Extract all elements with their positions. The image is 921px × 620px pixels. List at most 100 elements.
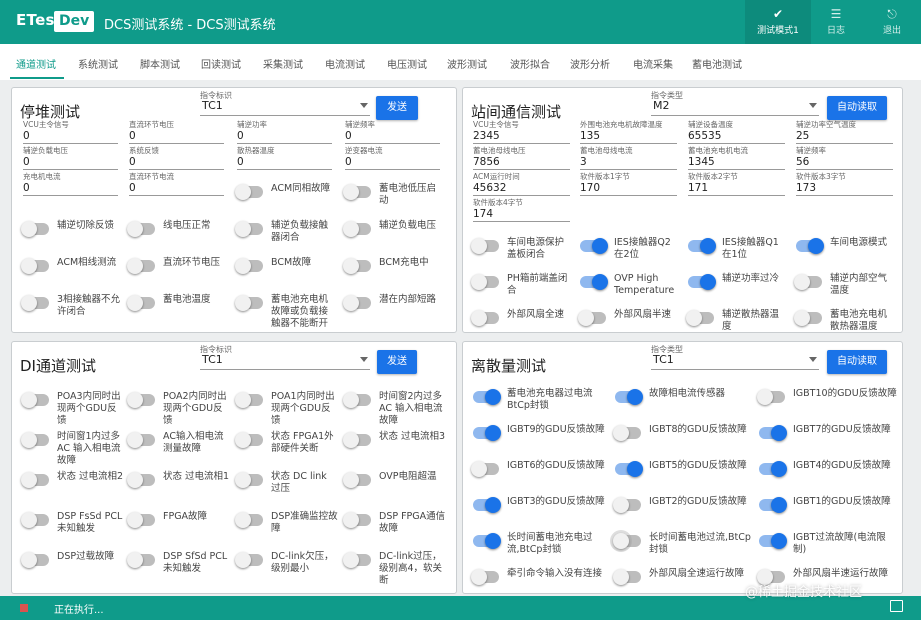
- toggle-label: 蓄电池低压启动: [379, 183, 437, 206]
- field-label: 辅逆设备温度: [688, 120, 733, 129]
- window-title: DCS测试系统 - DCS测试系统: [104, 18, 276, 33]
- app-header: ETest Dev DCS测试系统 - DCS测试系统 ✔ 测试模式1 ☰ 日志…: [0, 0, 921, 44]
- tab-11[interactable]: 电流采集: [633, 56, 673, 71]
- toggle-label: AC输入相电流测量故障: [163, 431, 224, 454]
- toggle-knob: [627, 389, 643, 405]
- toggle-knob: [21, 472, 37, 488]
- br-select-value: TC1: [653, 353, 674, 366]
- toggle-knob: [471, 310, 487, 326]
- toggle-knob: [21, 552, 37, 568]
- tl-action-button[interactable]: 发送: [376, 96, 418, 120]
- field-label: 辅逆功率: [237, 120, 267, 129]
- tab-3[interactable]: 脚本测试: [140, 56, 180, 71]
- toggle-label: IES接触器Q2在2位: [614, 237, 671, 260]
- tab-12[interactable]: 蓄电池测试: [692, 56, 742, 71]
- field-label: VCU主令信号: [23, 120, 69, 129]
- tab-10[interactable]: 波形分析: [570, 56, 610, 71]
- readout-field: 蓄电池母线电压 7856: [473, 146, 570, 170]
- tab-2[interactable]: 系统测试: [78, 56, 118, 71]
- toggle-label: FPGA故障: [163, 511, 208, 522]
- toggle-knob: [235, 295, 251, 311]
- field-label: 直流环节电流: [129, 172, 174, 181]
- toggle-label: 直流环节电压: [163, 257, 221, 268]
- tr-command-select[interactable]: M2: [651, 96, 819, 116]
- toggle-knob: [613, 425, 629, 441]
- status-text: 正在执行...: [54, 605, 104, 616]
- tab-6[interactable]: 电流测试: [325, 56, 365, 71]
- readout-field: 逆变器电流 0: [345, 146, 440, 170]
- field-label: 蓄电池充电机电流: [688, 146, 748, 155]
- bl-action-button[interactable]: 发送: [377, 350, 417, 374]
- tab-8[interactable]: 波形测试: [447, 56, 487, 71]
- toggle-knob: [235, 184, 251, 200]
- test-mode-button[interactable]: ✔ 测试模式1: [745, 0, 811, 44]
- field-label: 软件版本1字节: [580, 172, 630, 181]
- toggle-knob: [21, 512, 37, 528]
- toggle-label: 故障相电流传感器: [649, 388, 726, 399]
- tab-7[interactable]: 电压测试: [387, 56, 427, 71]
- tab-9[interactable]: 波形拟合: [510, 56, 550, 71]
- tab-1[interactable]: 通道测试: [16, 56, 56, 71]
- tab-4[interactable]: 回读测试: [201, 56, 241, 71]
- toggle-knob: [343, 392, 359, 408]
- toggle-knob: [127, 221, 143, 237]
- field-label: 辅逆功率空气温度: [796, 120, 856, 129]
- toggle-knob: [235, 432, 251, 448]
- toggle-knob: [235, 392, 251, 408]
- toggle-knob: [127, 552, 143, 568]
- toggle-knob: [771, 497, 787, 513]
- field-value: 2345: [473, 130, 570, 144]
- toggle-label: OVP电阻超温: [379, 471, 437, 482]
- field-label: 辅逆频率: [345, 120, 375, 129]
- readout-field: 软件版本2字节 171: [688, 172, 785, 196]
- toggle-knob: [485, 389, 501, 405]
- tl-select-value: TC1: [202, 99, 223, 112]
- toggle-label: DC-link过压，级别高4，软关断: [379, 551, 443, 586]
- panel-shutdown-test: 停堆测试 指令标识 TC1 发送 VCU主令信号 0 直流环节电压 0 辅逆功率 0 辅逆频率 0 辅逆…: [11, 87, 457, 333]
- br-command-select[interactable]: TC1: [651, 350, 819, 370]
- toggle-label: IGBT7的GDU反馈故障: [793, 424, 891, 435]
- tab-5[interactable]: 采集测试: [263, 56, 303, 71]
- exit-button[interactable]: ⎋ 退出: [864, 0, 920, 44]
- toggle-label: 时间窗2内过多AC 输入相电流故障: [379, 391, 443, 426]
- toggle-label: 长时间蓄电池过流,BtCp封锁: [649, 532, 751, 555]
- toggle-knob: [343, 221, 359, 237]
- toggle-knob: [127, 432, 143, 448]
- toggle-label: 外部风扇全速运行故障: [649, 568, 745, 579]
- chevron-down-icon: [360, 103, 368, 108]
- toggle-knob: [700, 238, 716, 254]
- toggle-label: 辅逆内部空气温度: [830, 273, 888, 296]
- toggle-knob: [471, 569, 487, 585]
- br-action-button[interactable]: 自动读取: [827, 350, 887, 374]
- field-value: 0: [129, 182, 224, 196]
- field-value: 0: [23, 182, 118, 196]
- log-button[interactable]: ☰ 日志: [808, 0, 864, 44]
- tl-panel-title: 停堆测试: [20, 103, 81, 121]
- tr-action-button[interactable]: 自动读取: [827, 96, 887, 120]
- toggle-label: 辅逆切除反馈: [57, 220, 115, 231]
- toggle-knob: [343, 512, 359, 528]
- toggle-knob: [471, 274, 487, 290]
- bl-command-select[interactable]: TC1: [200, 350, 370, 370]
- toggle-knob: [343, 258, 359, 274]
- toggle-label: 外部风扇半速运行故障: [793, 568, 889, 579]
- field-value: 0: [23, 156, 118, 170]
- toggle-label: 辅逆负载电压: [379, 220, 437, 231]
- toggle-knob: [21, 392, 37, 408]
- dev-badge: Dev: [54, 11, 95, 32]
- tl-command-select[interactable]: TC1: [200, 96, 370, 116]
- field-value: 173: [796, 182, 893, 196]
- field-value: 171: [688, 182, 785, 196]
- toggle-label: 线电压正常: [163, 220, 211, 231]
- tr-select-value: M2: [653, 99, 670, 112]
- toggle-label: 状态 过电流相3: [379, 431, 446, 442]
- panel-discrete-test: 离散量测试 指令类型 TC1 自动读取 蓄电池充电器过电流BtCp封锁 故障相电流传感器 I…: [462, 341, 903, 594]
- toggle-knob: [127, 295, 143, 311]
- toggle-knob: [592, 238, 608, 254]
- stop-icon[interactable]: [20, 604, 28, 612]
- database-icon: ☰: [830, 7, 842, 21]
- toggle-label: DSP过载故障: [57, 551, 115, 562]
- toggle-label: 状态 FPGA1外部硬件关断: [271, 431, 334, 454]
- toggle-knob: [794, 310, 810, 326]
- terminal-icon[interactable]: [890, 600, 903, 612]
